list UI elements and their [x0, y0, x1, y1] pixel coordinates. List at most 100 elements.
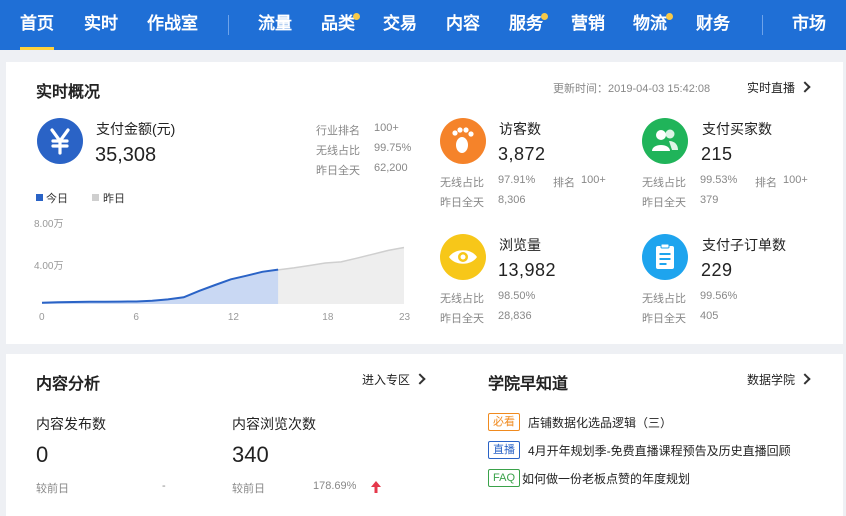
- visitors-wireless-value: 97.91%: [498, 174, 536, 186]
- realtime-overview-card: 实时概况 更新时间：2019-04-03 15:42:08 实时直播 支付金额(…: [6, 62, 843, 344]
- view-count-value: 340: [232, 442, 269, 467]
- nav-new-dot: [666, 13, 673, 20]
- buyers-wireless-key: 无线占比: [642, 177, 686, 189]
- x-tick-label: 12: [228, 312, 240, 323]
- visitors-value: 3,872: [498, 144, 546, 164]
- nav-item-traffic[interactable]: 流量: [258, 0, 292, 50]
- enter-zone-link[interactable]: 进入专区: [362, 371, 426, 388]
- nav-separator: [228, 15, 229, 35]
- live-link[interactable]: 实时直播: [747, 79, 811, 96]
- clipboard-icon: [642, 234, 688, 280]
- nav-item-trade[interactable]: 交易: [383, 0, 417, 50]
- visitors-wireless-key: 无线占比: [440, 177, 484, 189]
- arrow-up-icon: [371, 481, 381, 493]
- users-icon: [642, 118, 688, 164]
- y-tick-label: 4.00万: [34, 261, 63, 272]
- legend-today-swatch: [36, 194, 43, 201]
- nav-new-dot: [541, 13, 548, 20]
- academy-title: 学院早知道: [488, 376, 569, 393]
- update-time: 更新时间：2019-04-03 15:42:08: [553, 83, 711, 95]
- nav-item-marketing[interactable]: 营销: [571, 0, 605, 50]
- eye-icon: [440, 234, 486, 280]
- pageviews-wireless-value: 98.50%: [498, 290, 536, 302]
- nav-item-warroom[interactable]: 作战室: [147, 0, 198, 50]
- suborders-label: 支付子订单数: [702, 237, 786, 253]
- tag-faq: FAQ: [488, 469, 521, 487]
- section-title: 实时概况: [36, 84, 101, 101]
- payment-label: 支付金额(元): [96, 121, 176, 137]
- payment-value: 35,308: [95, 144, 157, 166]
- buyers-yesterday-key: 昨日全天: [642, 197, 686, 209]
- visitors-rank-key: 排名: [553, 177, 575, 189]
- buyers-label: 支付买家数: [702, 121, 772, 137]
- live-link-label: 实时直播: [747, 81, 796, 95]
- suborders-wireless-key: 无线占比: [642, 293, 686, 305]
- chevron-right-icon: [799, 81, 811, 93]
- industry-rank-key: 行业排名: [316, 125, 360, 137]
- wireless-ratio-key: 无线占比: [316, 145, 360, 157]
- suborders-yesterday-key: 昨日全天: [642, 313, 686, 325]
- nav-separator: [762, 15, 763, 35]
- content-analysis-title: 内容分析: [36, 376, 101, 393]
- industry-rank-value: 100+: [374, 122, 399, 134]
- academy-item-link[interactable]: 如何做一份老板点赞的年度规划: [522, 470, 690, 487]
- data-academy-label: 数据学院: [747, 373, 796, 387]
- suborders-value: 229: [701, 260, 733, 280]
- view-compare-value: 178.69%: [313, 480, 357, 492]
- visitors-yesterday-key: 昨日全天: [440, 197, 484, 209]
- academy-item-link[interactable]: 4月开年规划季-免费直播课程预告及历史直播回顾: [528, 442, 791, 459]
- nav-item-content[interactable]: 内容: [446, 0, 480, 50]
- buyers-wireless-value: 99.53%: [700, 174, 738, 186]
- suborders-yesterday-value: 405: [700, 310, 719, 322]
- publish-compare-key: 较前日: [36, 483, 69, 495]
- payment-trend-chart: 8.00万 4.00万 0 6 12 18 23: [34, 219, 411, 323]
- pageviews-yesterday-key: 昨日全天: [440, 313, 484, 325]
- buyers-value: 215: [701, 144, 733, 164]
- series-area-today: [42, 269, 279, 304]
- pageviews-label: 浏览量: [499, 237, 541, 253]
- legend-yesterday-label: 昨日: [103, 193, 125, 205]
- wireless-ratio-value: 99.75%: [374, 142, 412, 154]
- chevron-right-icon: [799, 373, 811, 385]
- buyers-rank-key: 排名: [755, 177, 777, 189]
- x-tick-label: 18: [322, 312, 334, 323]
- y-tick-label: 8.00万: [34, 219, 63, 230]
- buyers-rank-value: 100+: [783, 174, 808, 186]
- legend-today-label: 今日: [46, 193, 68, 205]
- nav-item-logistics[interactable]: 物流: [633, 0, 667, 50]
- footprint-icon: [440, 118, 486, 164]
- yen-icon: [37, 118, 83, 164]
- x-tick-label: 0: [39, 312, 45, 323]
- data-academy-link[interactable]: 数据学院: [747, 371, 811, 388]
- nav-item-market[interactable]: 市场: [792, 0, 826, 50]
- x-tick-label: 23: [399, 312, 411, 323]
- visitors-label: 访客数: [499, 121, 541, 137]
- buyers-yesterday-value: 379: [700, 194, 719, 206]
- nav-new-dot: [353, 13, 360, 20]
- nav-item-home[interactable]: 首页: [20, 0, 54, 50]
- bottom-card: 内容分析 进入专区 内容发布数 0 较前日 - 内容浏览次数 340 较前日 1…: [6, 354, 843, 516]
- visitors-yesterday-value: 8,306: [498, 194, 526, 206]
- publish-compare-value: -: [162, 480, 166, 492]
- x-tick-label: 6: [133, 312, 139, 323]
- publish-count-label: 内容发布数: [36, 416, 106, 432]
- suborders-wireless-value: 99.56%: [700, 290, 738, 302]
- nav-item-service[interactable]: 服务: [509, 0, 543, 50]
- pageviews-yesterday-value: 28,836: [498, 310, 532, 322]
- view-compare-key: 较前日: [232, 483, 265, 495]
- pageviews-wireless-key: 无线占比: [440, 293, 484, 305]
- nav-item-category[interactable]: 品类: [321, 0, 355, 50]
- top-nav: 首页 实时 作战室 流量 品类 交易 内容 服务 营销 物流 财务 市场: [0, 0, 846, 50]
- academy-item-link[interactable]: 店铺数据化选品逻辑（三）: [528, 414, 672, 431]
- yesterday-total-key: 昨日全天: [316, 165, 360, 177]
- chevron-right-icon: [414, 373, 426, 385]
- visitors-rank-value: 100+: [581, 174, 606, 186]
- tag-must-read: 必看: [488, 413, 520, 431]
- nav-item-finance[interactable]: 财务: [696, 0, 730, 50]
- publish-count-value: 0: [36, 442, 49, 467]
- nav-item-realtime[interactable]: 实时: [84, 0, 118, 50]
- yesterday-total-value: 62,200: [374, 162, 408, 174]
- tag-live: 直播: [488, 441, 520, 459]
- view-count-label: 内容浏览次数: [232, 416, 316, 432]
- legend-yesterday-swatch: [92, 194, 99, 201]
